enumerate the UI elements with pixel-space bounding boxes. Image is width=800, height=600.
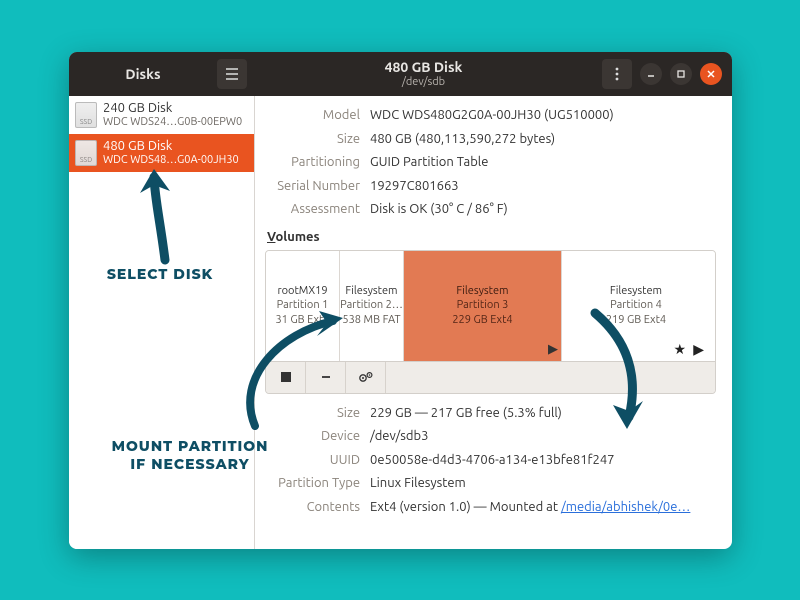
close-button[interactable] bbox=[700, 63, 722, 85]
volume-name: Filesystem bbox=[610, 284, 662, 298]
volume-fs: 229 GB Ext4 bbox=[452, 313, 512, 327]
ssd-icon: SSD bbox=[75, 140, 97, 166]
volume-2[interactable]: FilesystemPartition 3229 GB Ext4 ▶ bbox=[404, 251, 562, 361]
sidebar-disk-0[interactable]: SSD 240 GB Disk WDC WDS24…G0B-00EPW0 bbox=[69, 96, 254, 134]
mount-point-link[interactable]: /media/abhishek/0e… bbox=[561, 500, 690, 514]
headerbar-right bbox=[592, 52, 732, 96]
annotation-arrow-volume bbox=[577, 305, 667, 435]
value-disk-size: 480 GB (480,113,590,272 bytes) bbox=[370, 130, 716, 150]
label-model: Model bbox=[265, 106, 370, 126]
value-assessment: Disk is OK (30° C / 86° F) bbox=[370, 200, 716, 220]
minimize-icon bbox=[646, 69, 656, 79]
ssd-icon: SSD bbox=[75, 102, 97, 128]
star-play-icon: ★ ▶ bbox=[673, 340, 706, 358]
annotation-arrow-mount bbox=[225, 308, 355, 438]
volume-partition: Partition 3 bbox=[457, 298, 509, 312]
maximize-icon bbox=[676, 69, 686, 79]
headerbar-center: 480 GB Disk /dev/sdb bbox=[255, 52, 592, 96]
value-partitioning: GUID Partition Table bbox=[370, 153, 716, 173]
sidebar-disk-title: 240 GB Disk bbox=[103, 101, 242, 116]
headerbar-title: 480 GB Disk bbox=[385, 60, 463, 75]
label-partitioning: Partitioning bbox=[265, 153, 370, 173]
headerbar-left: Disks bbox=[69, 52, 255, 96]
value-uuid: 0e50058e-d4d3-4706-a134-e13bfe81f247 bbox=[370, 451, 716, 471]
label-disk-size: Size bbox=[265, 130, 370, 150]
hamburger-icon bbox=[225, 68, 239, 80]
volume-name: Filesystem bbox=[456, 284, 508, 298]
value-serial: 19297C801663 bbox=[370, 177, 716, 197]
gears-icon bbox=[358, 370, 374, 384]
value-contents: Ext4 (version 1.0) — Mounted at /media/a… bbox=[370, 498, 716, 518]
label-partition-type: Partition Type bbox=[265, 474, 370, 494]
close-icon bbox=[706, 69, 716, 79]
label-serial: Serial Number bbox=[265, 177, 370, 197]
headerbar-subtitle: /dev/sdb bbox=[402, 76, 445, 88]
minimize-button[interactable] bbox=[640, 63, 662, 85]
volumes-heading: Volumes bbox=[267, 230, 716, 244]
sidebar-disk-title: 480 GB Disk bbox=[103, 139, 239, 154]
disks-window: Disks 480 GB Disk /dev/sdb bbox=[69, 52, 732, 549]
headerbar: Disks 480 GB Disk /dev/sdb bbox=[69, 52, 732, 96]
headerbar-left-title: Disks bbox=[77, 66, 209, 82]
play-icon: ▶ bbox=[548, 341, 558, 358]
label-assessment: Assessment bbox=[265, 200, 370, 220]
sidebar-disk-model: WDC WDS24…G0B-00EPW0 bbox=[103, 116, 242, 129]
volume-name: Filesystem bbox=[345, 284, 397, 298]
kebab-icon bbox=[615, 67, 619, 81]
disk-menu-button[interactable] bbox=[602, 59, 632, 89]
label-uuid: UUID bbox=[265, 451, 370, 471]
maximize-button[interactable] bbox=[670, 63, 692, 85]
label-contents: Contents bbox=[265, 498, 370, 518]
annotation-arrow-select-disk bbox=[130, 165, 190, 265]
app-menu-button[interactable] bbox=[217, 59, 247, 89]
value-model: WDC WDS480G2G0A-00JH30 (UG510000) bbox=[370, 106, 716, 126]
volume-name: rootMX19 bbox=[277, 284, 327, 298]
value-partition-type: Linux Filesystem bbox=[370, 474, 716, 494]
